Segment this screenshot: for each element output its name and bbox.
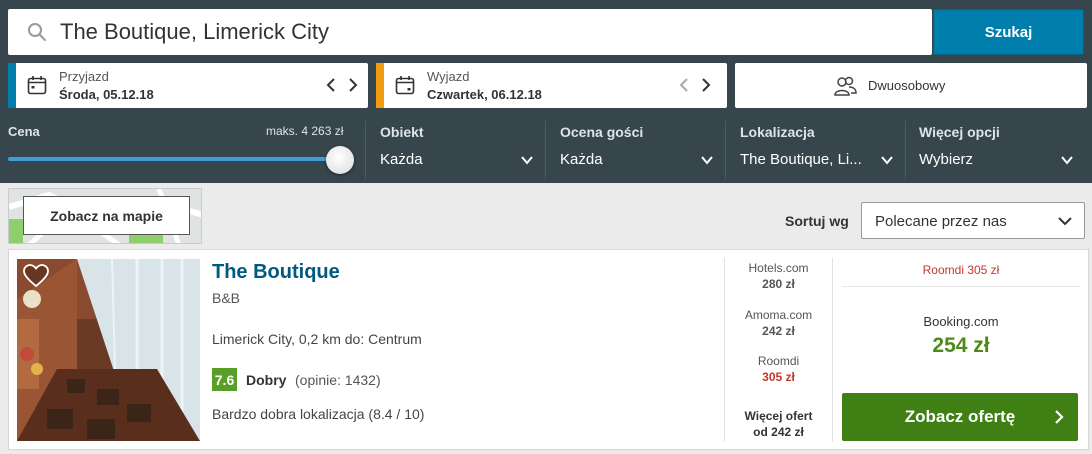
filter-divider — [905, 121, 906, 179]
best-offer-separator — [842, 286, 1080, 287]
sort-label: Sortuj wg — [785, 213, 849, 229]
filter-divider — [725, 121, 726, 179]
filter-value: Każda — [560, 151, 603, 168]
filter-title: Ocena gości — [560, 124, 644, 140]
chevron-down-icon — [701, 156, 713, 165]
best-offer-site: Booking.com — [923, 314, 999, 329]
price-slider-track[interactable] — [8, 157, 340, 161]
checkout-label: Wyjazd — [427, 69, 470, 84]
filter-title: Lokalizacja — [740, 124, 815, 140]
offer-site: Amoma.com — [744, 308, 813, 322]
search-icon — [28, 23, 46, 41]
checkin-prev-icon[interactable] — [322, 75, 340, 95]
filter-location[interactable]: Lokalizacja The Boutique, Li... — [740, 120, 895, 180]
filter-divider — [545, 121, 546, 179]
room-type-value: Dwuosobowy — [868, 78, 946, 93]
offer-item[interactable]: Hotels.com 280 zł — [725, 261, 832, 291]
view-deal-label: Zobacz ofertę — [904, 407, 1016, 426]
offer-site: Roomdi — [757, 354, 800, 368]
filter-divider — [365, 121, 366, 179]
checkout-value: Czwartek, 06.12.18 — [427, 87, 542, 102]
rating-count[interactable]: (opinie: 1432) — [295, 372, 381, 388]
chevron-down-icon — [521, 156, 533, 165]
location-rating-note: Bardzo dobra lokalizacja (8.4 / 10) — [212, 406, 425, 422]
checkin-label: Przyjazd — [59, 69, 109, 84]
checkout-prev-icon[interactable] — [675, 75, 693, 95]
search-box[interactable] — [8, 9, 932, 55]
checkout-date-picker[interactable]: Wyjazd Czwartek, 06.12.18 — [376, 63, 727, 108]
checkout-next-icon[interactable] — [697, 75, 715, 95]
offer-price: 305 zł — [762, 370, 795, 384]
guests-icon — [834, 76, 857, 96]
hotel-photo[interactable] — [17, 259, 200, 441]
hotel-type: B&B — [212, 290, 241, 306]
chevron-down-icon — [881, 156, 893, 165]
filter-value: The Boutique, Li... — [740, 151, 862, 168]
filter-guest-rating[interactable]: Ocena gości Każda — [560, 120, 715, 180]
rating-word: Dobry — [246, 372, 287, 388]
offer-site: Hotels.com — [748, 261, 809, 275]
checkin-accent-bar — [8, 63, 16, 108]
checkin-date-picker[interactable]: Przyjazd Środa, 05.12.18 — [8, 63, 368, 108]
chevron-down-icon — [1061, 156, 1073, 165]
room-type-selector[interactable]: Dwuosobowy — [735, 63, 1087, 108]
filter-value: Każda — [380, 151, 423, 168]
price-slider-handle[interactable] — [326, 146, 354, 174]
favorite-heart-icon[interactable] — [23, 264, 49, 288]
calendar-icon — [395, 76, 415, 95]
filter-title: Obiekt — [380, 124, 424, 140]
offer-price: 280 zł — [762, 277, 795, 291]
price-filter-title: Cena — [8, 124, 40, 139]
filter-value: Wybierz — [919, 151, 974, 168]
sort-value: Polecane przez nas — [875, 213, 1007, 230]
best-offer-price: 254 zł — [932, 334, 990, 357]
top-deal-link[interactable]: Roomdi 305 zł — [842, 263, 1080, 277]
offer-item[interactable]: Amoma.com 242 zł — [725, 308, 832, 338]
offer-item[interactable]: Roomdi 305 zł — [725, 354, 832, 384]
more-offers-link[interactable]: Więcej ofert od 242 zł — [725, 408, 832, 440]
more-offers-price: od 242 zł — [753, 425, 804, 439]
checkin-value: Środa, 05.12.18 — [59, 87, 154, 102]
offer-price: 242 zł — [762, 324, 795, 338]
search-button[interactable]: Szukaj — [933, 9, 1084, 55]
map-preview[interactable]: Zobacz na mapie — [8, 188, 202, 244]
rating-score-badge: 7.6 — [212, 368, 237, 391]
best-offer-panel: Roomdi 305 zł Booking.com 254 zł Zobacz … — [842, 258, 1080, 442]
filter-property-type[interactable]: Obiekt Każda — [380, 120, 535, 180]
hotel-name-link[interactable]: The Boutique — [212, 261, 340, 284]
calendar-icon — [27, 76, 47, 95]
filter-more-options[interactable]: Więcej opcji Wybierz — [919, 120, 1075, 180]
more-offers-line: Więcej ofert — [744, 409, 813, 423]
view-map-button[interactable]: Zobacz na mapie — [23, 196, 190, 235]
sort-select[interactable]: Polecane przez nas — [861, 202, 1085, 239]
hotel-result-card: The Boutique B&B Limerick City, 0,2 km d… — [8, 249, 1089, 450]
chevron-right-icon — [1055, 410, 1064, 424]
chevron-down-icon — [1058, 217, 1072, 226]
checkin-next-icon[interactable] — [344, 75, 362, 95]
price-max-label: maks. 4 263 zł — [266, 124, 344, 138]
other-offers-list: Hotels.com 280 zł Amoma.com 242 zł Roomd… — [725, 258, 832, 442]
offers-divider — [832, 258, 833, 442]
search-input[interactable] — [60, 17, 920, 47]
checkout-accent-bar — [376, 63, 384, 108]
view-deal-button[interactable]: Zobacz ofertę — [842, 393, 1078, 441]
filter-title: Więcej opcji — [919, 124, 1000, 140]
hotel-location: Limerick City, 0,2 km do: Centrum — [212, 331, 422, 347]
